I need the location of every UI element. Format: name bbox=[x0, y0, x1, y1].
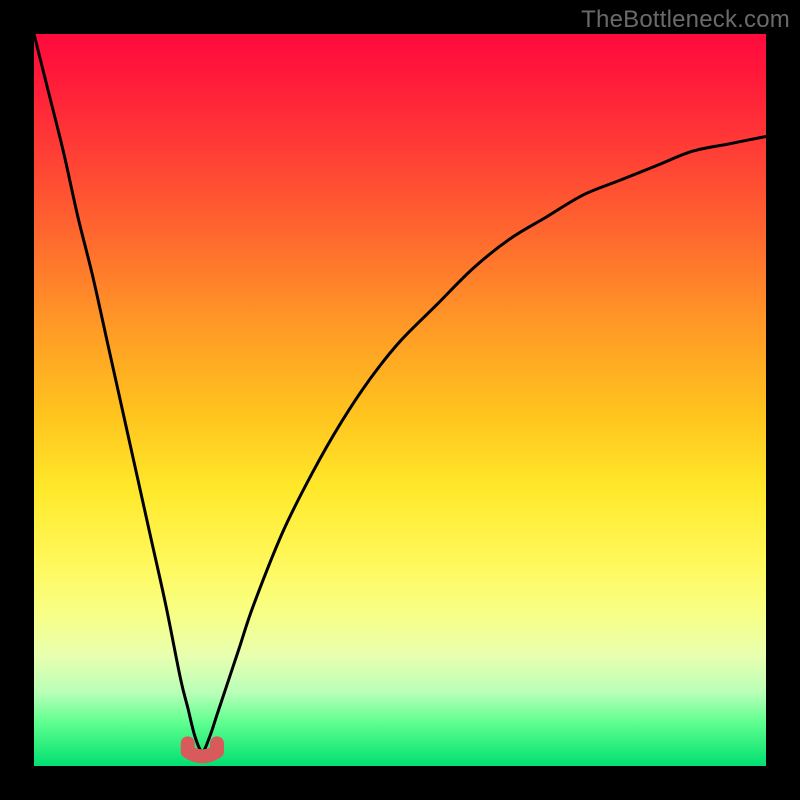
chart-frame: TheBottleneck.com bbox=[0, 0, 800, 800]
min-marker bbox=[188, 743, 217, 756]
plot-area bbox=[34, 34, 766, 766]
curve-svg bbox=[34, 34, 766, 766]
bottleneck-curve bbox=[34, 34, 766, 751]
watermark-text: TheBottleneck.com bbox=[581, 6, 790, 34]
